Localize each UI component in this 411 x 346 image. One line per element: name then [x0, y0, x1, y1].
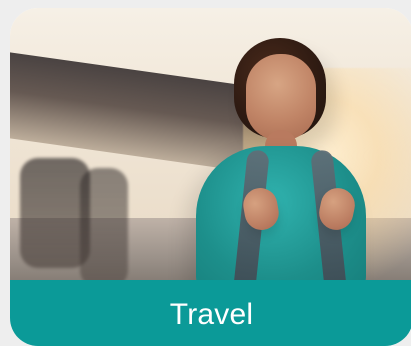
category-label: Travel — [169, 298, 254, 331]
category-label-bar[interactable]: Travel — [10, 280, 411, 346]
background-person — [80, 168, 128, 280]
traveler-woman — [160, 38, 390, 280]
face — [246, 54, 316, 140]
travel-photo — [10, 8, 411, 280]
travel-card[interactable]: Travel — [10, 8, 411, 346]
